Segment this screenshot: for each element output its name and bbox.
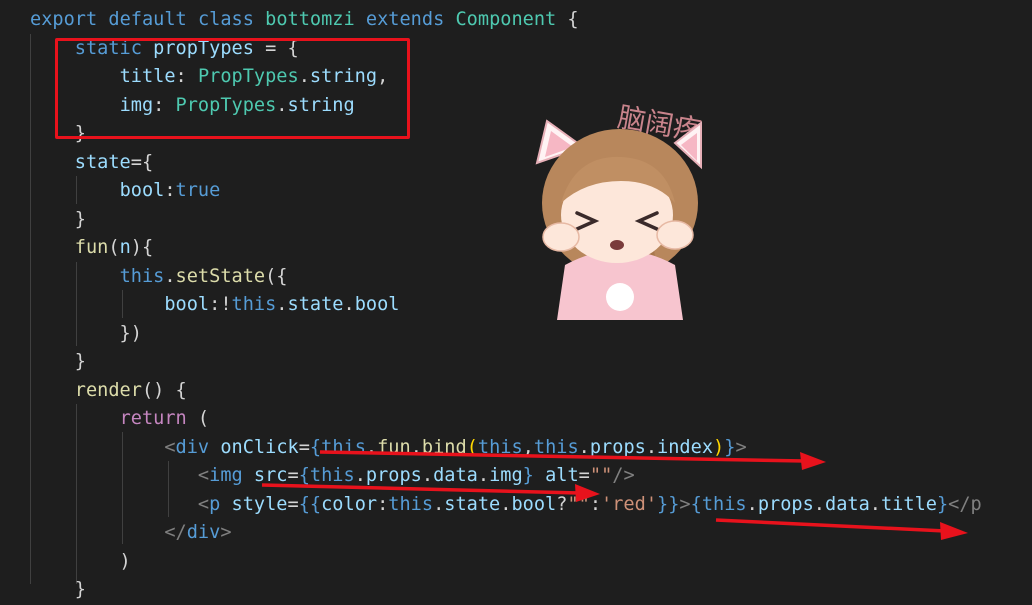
arrow-2: [261, 483, 600, 502]
arrow-3: [715, 518, 968, 540]
arrow-1: [319, 450, 826, 470]
annotation-arrows: [261, 450, 968, 540]
